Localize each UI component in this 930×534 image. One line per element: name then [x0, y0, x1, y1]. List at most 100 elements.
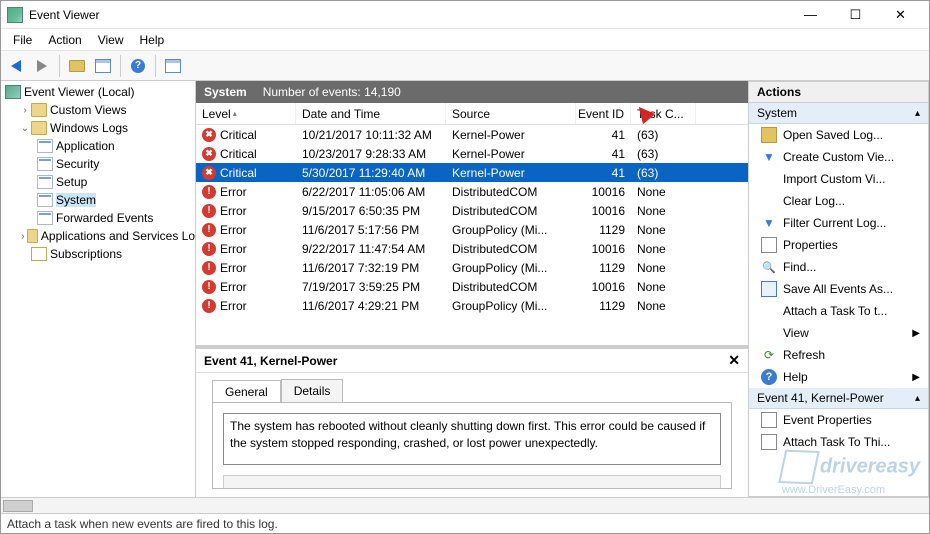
col-event-id[interactable]: Event ID	[576, 103, 631, 124]
expand-icon[interactable]: ›	[19, 231, 27, 242]
toolbar: ?	[1, 51, 929, 81]
col-task[interactable]: Task C...	[631, 103, 696, 124]
details-close-button[interactable]: ✕	[728, 352, 740, 369]
log-icon	[37, 157, 53, 171]
action-save-all-events[interactable]: Save All Events As...	[749, 278, 928, 300]
action-view-submenu[interactable]: View▶	[749, 322, 928, 344]
table-row[interactable]: Error11/6/2017 7:32:19 PMGroupPolicy (Mi…	[196, 258, 748, 277]
scrollbar-thumb[interactable]	[3, 500, 33, 512]
actions-panel: Actions System▴ Open Saved Log... ▼Creat…	[749, 81, 929, 497]
table-row[interactable]: Error9/15/2017 6:50:35 PMDistributedCOM1…	[196, 201, 748, 220]
properties-icon	[761, 412, 777, 428]
table-row[interactable]: Error11/6/2017 4:29:21 PMGroupPolicy (Mi…	[196, 296, 748, 315]
tree-subscriptions[interactable]: Subscriptions	[1, 245, 195, 263]
tree-custom-views[interactable]: › Custom Views	[1, 101, 195, 119]
tree-log-application[interactable]: Application	[1, 137, 195, 155]
tab-details[interactable]: Details	[281, 379, 344, 402]
tree-root[interactable]: Event Viewer (Local)	[1, 83, 195, 101]
blank-icon	[761, 325, 777, 341]
tree-log-system[interactable]: System	[1, 191, 195, 209]
filter-icon: ▼	[761, 149, 777, 165]
tree-item-label: Forwarded Events	[56, 211, 153, 225]
tree-scrollbar[interactable]	[1, 497, 929, 513]
table-row[interactable]: Critical10/23/2017 9:28:33 AMKernel-Powe…	[196, 144, 748, 163]
help-button[interactable]: ?	[127, 55, 149, 77]
action-clear-log[interactable]: Clear Log...	[749, 190, 928, 212]
critical-icon	[202, 147, 216, 161]
tree-app-services[interactable]: › Applications and Services Lo	[1, 227, 195, 245]
table-row[interactable]: Error7/19/2017 3:59:25 PMDistributedCOM1…	[196, 277, 748, 296]
find-icon	[761, 259, 777, 275]
col-date[interactable]: Date and Time	[296, 103, 446, 124]
action-filter-current-log[interactable]: ▼Filter Current Log...	[749, 212, 928, 234]
filter-icon: ▼	[761, 215, 777, 231]
table-row[interactable]: Error6/22/2017 11:05:06 AMDistributedCOM…	[196, 182, 748, 201]
actions-section-system[interactable]: System▴	[749, 103, 928, 124]
menu-action[interactable]: Action	[40, 31, 89, 49]
action-help-submenu[interactable]: ?Help▶	[749, 366, 928, 388]
window-title: Event Viewer	[29, 8, 99, 22]
blank-icon	[761, 303, 777, 319]
table-row[interactable]: Error9/22/2017 11:47:54 AMDistributedCOM…	[196, 239, 748, 258]
menu-view[interactable]: View	[90, 31, 132, 49]
action-import-custom-view[interactable]: Import Custom Vi...	[749, 168, 928, 190]
tree-log-setup[interactable]: Setup	[1, 173, 195, 191]
action-properties[interactable]: Properties	[749, 234, 928, 256]
close-button[interactable]: ✕	[878, 2, 923, 28]
action-create-custom-view[interactable]: ▼Create Custom Vie...	[749, 146, 928, 168]
center-title: System	[204, 85, 247, 99]
table-row[interactable]: Critical5/30/2017 11:29:40 AMKernel-Powe…	[196, 163, 748, 182]
details-title: Event 41, Kernel-Power	[204, 354, 337, 368]
maximize-button[interactable]: ☐	[833, 2, 878, 28]
collapse-icon[interactable]: ⌄	[19, 123, 31, 134]
pane-button-2[interactable]	[162, 55, 184, 77]
sort-asc-icon: ▴	[233, 109, 237, 118]
save-icon	[761, 281, 777, 297]
action-event-properties[interactable]: Event Properties	[749, 409, 928, 431]
action-refresh[interactable]: ⟳Refresh	[749, 344, 928, 366]
menu-help[interactable]: Help	[132, 31, 173, 49]
minimize-button[interactable]: —	[788, 2, 833, 28]
tree-item-label: Application	[56, 139, 115, 153]
expand-icon[interactable]: ›	[19, 105, 31, 116]
blank-icon	[19, 249, 31, 260]
action-attach-task-event[interactable]: Attach Task To Thi...	[749, 431, 928, 453]
arrow-left-icon	[11, 60, 21, 72]
folder-icon	[31, 121, 47, 135]
back-button[interactable]	[5, 55, 27, 77]
event-grid[interactable]: Critical10/21/2017 10:11:32 AMKernel-Pow…	[196, 125, 748, 345]
tree-windows-logs[interactable]: ⌄ Windows Logs	[1, 119, 195, 137]
arrow-right-icon	[37, 60, 47, 72]
actions-section-event[interactable]: Event 41, Kernel-Power▴	[749, 388, 928, 409]
col-source[interactable]: Source	[446, 103, 576, 124]
folder-icon	[31, 103, 47, 117]
tree-item-label: Setup	[56, 175, 87, 189]
open-button[interactable]	[66, 55, 88, 77]
tree-log-forwarded[interactable]: Forwarded Events	[1, 209, 195, 227]
details-scrollbar[interactable]	[223, 475, 721, 489]
tab-general[interactable]: General	[212, 380, 281, 403]
col-level[interactable]: Level▴	[196, 103, 296, 124]
action-attach-task[interactable]: Attach a Task To t...	[749, 300, 928, 322]
folder-icon	[27, 229, 38, 243]
tree-item-label: System	[56, 193, 96, 207]
menu-file[interactable]: File	[5, 31, 40, 49]
tree-panel: Event Viewer (Local) › Custom Views ⌄ Wi…	[1, 81, 196, 497]
table-row[interactable]: Error11/6/2017 5:17:56 PMGroupPolicy (Mi…	[196, 220, 748, 239]
action-find[interactable]: Find...	[749, 256, 928, 278]
table-row[interactable]: Critical10/21/2017 10:11:32 AMKernel-Pow…	[196, 125, 748, 144]
tree-item-label: Windows Logs	[50, 121, 128, 135]
log-icon	[37, 211, 53, 225]
pane-icon	[95, 59, 111, 73]
menu-bar: File Action View Help	[1, 29, 929, 51]
tree-log-security[interactable]: Security	[1, 155, 195, 173]
error-icon	[202, 185, 216, 199]
title-bar: Event Viewer — ☐ ✕	[1, 1, 929, 29]
blank-icon	[761, 193, 777, 209]
details-panel: Event 41, Kernel-Power ✕ General Details…	[196, 345, 748, 497]
center-header: System Number of events: 14,190	[196, 81, 748, 103]
open-icon	[761, 127, 777, 143]
forward-button[interactable]	[31, 55, 53, 77]
pane-button-1[interactable]	[92, 55, 114, 77]
action-open-saved-log[interactable]: Open Saved Log...	[749, 124, 928, 146]
